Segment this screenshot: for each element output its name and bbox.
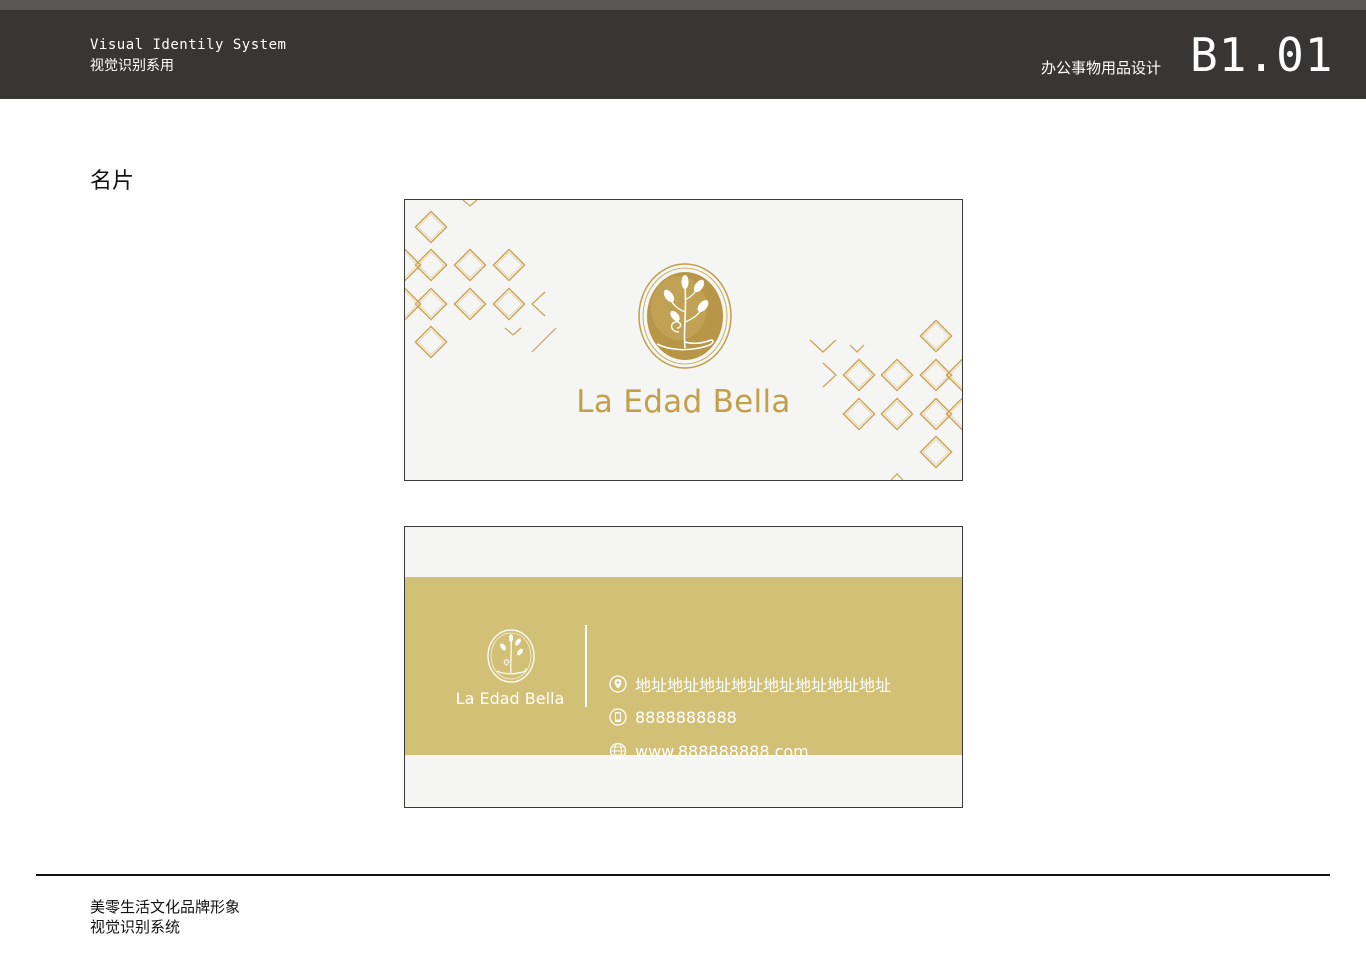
phone-icon (609, 708, 627, 726)
header-top-strip (0, 0, 1366, 10)
footer-line-2: 视觉识别系统 (90, 918, 181, 936)
phone-row: 8888888888 (609, 706, 737, 728)
header-subtitle-cn: 视觉识别系用 (90, 58, 174, 74)
header-category: 办公事物用品设计 (1041, 59, 1162, 77)
divider (585, 625, 587, 707)
website-text: www.888888888.com (635, 741, 809, 761)
brand-name: La Edad Bella (576, 384, 791, 420)
footer-divider (36, 874, 1330, 876)
info-band: La Edad Bella 地址地址地址地址地址地址地址地址 888888888… (405, 577, 962, 761)
header-subtitle-en: Visual Identily System (90, 37, 287, 53)
page-code: B1.01 (1190, 28, 1334, 82)
footer-line-1: 美零生活文化品牌形象 (90, 898, 241, 916)
globe-icon (609, 742, 627, 760)
page-header: Visual Identily System 视觉识别系用 办公事物用品设计 B… (0, 0, 1366, 99)
location-pin-icon (609, 675, 627, 693)
hand-tree-oval-icon (487, 629, 535, 683)
business-card-back: La Edad Bella 地址地址地址地址地址地址地址地址 888888888… (404, 526, 963, 808)
website-row: www.888888888.com (609, 740, 809, 762)
address-row: 地址地址地址地址地址地址地址地址 (609, 673, 891, 695)
section-title: 名片 (90, 169, 135, 194)
brand-name-back: La Edad Bella (455, 689, 565, 708)
business-card-front: La Edad Bella (404, 199, 963, 481)
address-text: 地址地址地址地址地址地址地址地址 (635, 676, 892, 695)
phone-text: 8888888888 (635, 707, 737, 727)
hand-tree-oval-icon (638, 263, 732, 369)
